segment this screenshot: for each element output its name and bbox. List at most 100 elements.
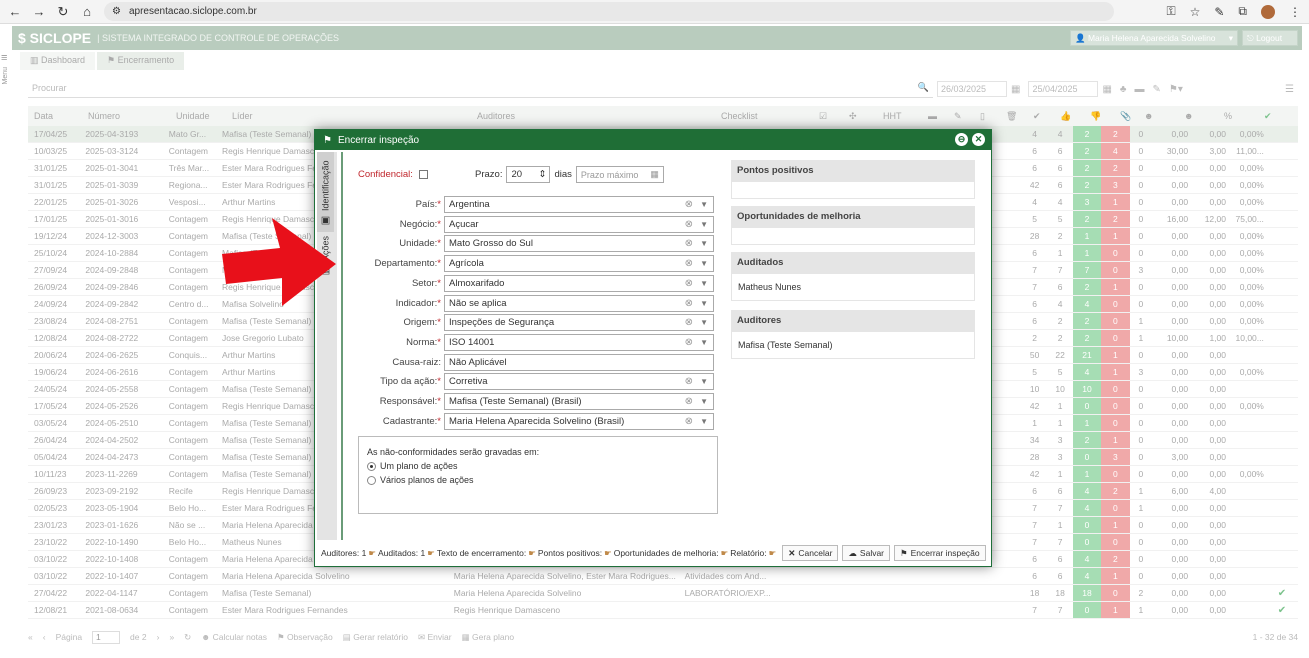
- home-icon[interactable]: ⌂: [80, 4, 94, 19]
- page-input[interactable]: 1: [92, 630, 121, 644]
- chevron-down-icon[interactable]: ▼: [700, 239, 708, 248]
- address-bar[interactable]: ⚙ apresentacao.siclope.com.br: [104, 2, 1114, 21]
- close-inspection-button[interactable]: ⚑ Encerrar inspeção: [894, 545, 986, 561]
- calendar-icon[interactable]: ▦: [1011, 84, 1020, 95]
- calendar-icon[interactable]: ▦: [650, 169, 659, 180]
- attachment-icon[interactable]: 📎: [1114, 111, 1138, 122]
- field-select[interactable]: Mato Grosso do Sul ⊗ ▼: [444, 235, 714, 253]
- col-checklist[interactable]: Checklist: [715, 111, 813, 121]
- forward-icon[interactable]: →: [32, 4, 46, 19]
- radio-button[interactable]: [367, 461, 376, 471]
- date-from-field[interactable]: 26/03/2025: [937, 81, 1007, 97]
- report-button[interactable]: ▤ Gerar relatório: [343, 632, 408, 643]
- hand-icon[interactable]: ☛: [427, 548, 435, 559]
- pen-icon[interactable]: ✎: [1214, 5, 1224, 19]
- clear-icon[interactable]: ⊗: [685, 317, 693, 328]
- observation-button[interactable]: ⚑ Observação: [277, 632, 333, 643]
- side-menu[interactable]: ≡ Menu: [0, 52, 12, 652]
- reload-icon[interactable]: ↻: [56, 4, 70, 20]
- clear-icon[interactable]: ⊗: [685, 298, 693, 309]
- field-select[interactable]: Mafisa (Teste Semanal) (Brasil) ⊗ ▼: [444, 393, 714, 410]
- hamburger-icon[interactable]: ≡: [1, 52, 12, 64]
- hand-icon[interactable]: ☛: [368, 548, 376, 559]
- profile-avatar[interactable]: [1261, 4, 1275, 19]
- save-button[interactable]: ☁ Salvar: [842, 545, 891, 561]
- first-page-icon[interactable]: «: [28, 632, 33, 642]
- chevron-down-icon[interactable]: ▼: [700, 377, 708, 386]
- thumbs-up-icon[interactable]: 👍: [1054, 111, 1084, 122]
- col-numero[interactable]: Número: [82, 111, 170, 121]
- clear-icon[interactable]: ⊗: [685, 396, 693, 407]
- chevron-down-icon[interactable]: ▼: [700, 338, 708, 347]
- list-menu-icon[interactable]: ☰: [1285, 84, 1294, 95]
- plan-button[interactable]: ▦ Gera plano: [462, 632, 514, 643]
- user-menu[interactable]: 👤 Maria Helena Aparecida Solvelino ▾: [1070, 30, 1238, 46]
- approved-icon[interactable]: ✔: [1258, 111, 1292, 122]
- clear-icon[interactable]: ⊗: [685, 416, 693, 427]
- field-select[interactable]: Inspeções de Segurança ⊗ ▼: [444, 314, 714, 332]
- check-icon[interactable]: ✔: [1027, 111, 1054, 122]
- field-select[interactable]: Corretiva ⊗ ▼: [444, 373, 714, 391]
- move-icon[interactable]: ✣: [843, 111, 877, 122]
- field-select[interactable]: Maria Helena Aparecida Solvelino (Brasil…: [444, 412, 714, 430]
- col-pct[interactable]: %: [1218, 111, 1258, 121]
- search-icon[interactable]: 🔍: [918, 82, 929, 93]
- edit-icon[interactable]: ✎: [1152, 84, 1160, 95]
- field-select[interactable]: Argentina ⊗ ▼: [444, 196, 714, 213]
- clear-icon[interactable]: ⊗: [685, 376, 693, 387]
- refresh-icon[interactable]: ↻: [184, 632, 191, 643]
- last-page-icon[interactable]: »: [169, 632, 174, 642]
- chevron-down-icon[interactable]: ▼: [700, 279, 708, 288]
- stepper-arrows-icon[interactable]: ⇕: [539, 169, 547, 180]
- col-lider[interactable]: Líder: [226, 111, 471, 121]
- chevron-down-icon[interactable]: ▼: [700, 417, 708, 426]
- field-select[interactable]: Não se aplica ⊗ ▼: [444, 294, 714, 312]
- field-select[interactable]: ISO 14001 ⊗ ▼: [444, 333, 714, 351]
- flag-filter-icon[interactable]: ⚑▾: [1169, 84, 1183, 95]
- chevron-down-icon[interactable]: ▼: [700, 220, 708, 229]
- trash-icon[interactable]: 🗑: [1000, 111, 1027, 122]
- date-to-field[interactable]: 25/04/2025: [1028, 81, 1099, 97]
- calendar-icon[interactable]: ▦: [1102, 84, 1111, 95]
- clear-icon[interactable]: ⊗: [685, 219, 693, 230]
- chevron-down-icon[interactable]: ▼: [700, 397, 708, 406]
- search-input[interactable]: Procurar 🔍: [28, 80, 933, 98]
- tab-encerramento[interactable]: ⚑ Encerramento: [97, 52, 185, 70]
- cancel-button[interactable]: ✕ Cancelar: [782, 545, 839, 561]
- table-row[interactable]: 03/10/22 2022-10-1407 Contagem Maria Helena…: [28, 568, 1298, 585]
- bookmark-star-icon[interactable]: ☆: [1190, 5, 1201, 19]
- edit-icon[interactable]: ✎: [948, 111, 974, 122]
- chevron-down-icon[interactable]: ▼: [700, 259, 708, 268]
- checklist-icon[interactable]: ☑: [813, 111, 843, 122]
- radio-multiple-plans[interactable]: Vários planos de ações: [367, 475, 709, 485]
- table-row[interactable]: 27/04/22 2022-04-1147 Contagem Mafisa (Test…: [28, 585, 1298, 602]
- field-select[interactable]: Açucar ⊗ ▼: [444, 215, 714, 233]
- radio-one-plan[interactable]: Um plano de ações: [367, 461, 709, 471]
- chevron-down-icon[interactable]: ▼: [700, 318, 708, 327]
- extensions-icon[interactable]: ⧉: [1238, 4, 1247, 19]
- col-unidade[interactable]: Unidade: [170, 111, 226, 121]
- table-row[interactable]: 12/08/21 2021-08-0634 Contagem Ester Mara R…: [28, 602, 1298, 619]
- prev-page-icon[interactable]: ‹: [43, 632, 46, 642]
- close-icon[interactable]: ✕: [972, 133, 985, 146]
- back-icon[interactable]: ←: [8, 4, 22, 19]
- people-icon[interactable]: ☻: [1138, 111, 1178, 121]
- clear-icon[interactable]: ⊗: [685, 337, 693, 348]
- clear-icon[interactable]: ⊗: [685, 258, 693, 269]
- more-menu-icon[interactable]: ⋮: [1289, 5, 1301, 19]
- deadline-stepper[interactable]: 20 ⇕: [506, 166, 551, 183]
- col-data[interactable]: Data: [28, 111, 82, 121]
- hand-icon[interactable]: ☛: [604, 548, 612, 559]
- hand-icon[interactable]: ☛: [721, 548, 729, 559]
- minimize-icon[interactable]: ⊖: [955, 133, 968, 146]
- comment-icon[interactable]: ▬: [922, 111, 948, 121]
- confidential-checkbox[interactable]: [418, 170, 428, 179]
- person-icon[interactable]: ☻: [1178, 111, 1218, 121]
- max-deadline-field[interactable]: Prazo máximo ▦: [575, 166, 664, 183]
- site-settings-icon[interactable]: ⚙: [112, 6, 121, 17]
- calc-notes-button[interactable]: ☻ Calcular notas: [201, 632, 267, 642]
- field-select[interactable]: Agrícola ⊗ ▼: [444, 255, 714, 273]
- tab-dashboard[interactable]: ▥ Dashboard: [20, 52, 96, 70]
- hand-icon[interactable]: ☛: [769, 548, 777, 559]
- password-key-icon[interactable]: ⚿: [1166, 4, 1175, 19]
